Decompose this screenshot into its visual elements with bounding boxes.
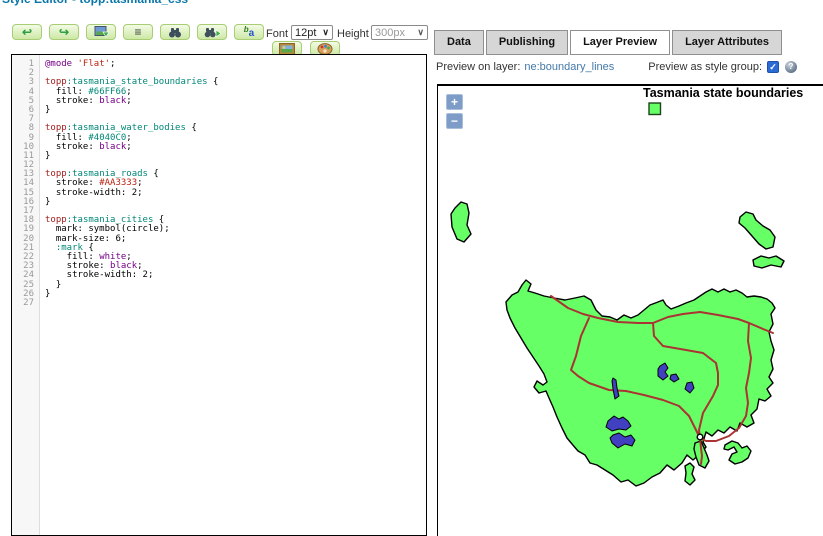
tab-layer-attributes[interactable]: Layer Attributes xyxy=(672,30,782,55)
editor-height-select[interactable]: 300px ∨ xyxy=(371,25,428,40)
code-line: 27 xyxy=(12,299,426,308)
map-legend: Tasmania state boundaries xyxy=(643,86,823,116)
code-line: 11} xyxy=(12,152,426,161)
tab-data[interactable]: Data xyxy=(434,30,484,55)
layer-tabs: Data Publishing Layer Preview Layer Attr… xyxy=(434,30,782,55)
code-line: 26} xyxy=(12,290,426,299)
insert-image-icon xyxy=(94,26,109,38)
code-line: 10 stroke: black; xyxy=(12,143,426,152)
style-group-label: Preview as style group: xyxy=(648,61,762,73)
replace-button[interactable]: ba xyxy=(234,24,264,40)
check-icon: ✓ xyxy=(769,63,777,72)
editor-height-value: 300px xyxy=(375,27,405,39)
legend-swatch xyxy=(648,102,662,116)
code-line: 1@mode 'Flat'; xyxy=(12,60,426,69)
reformat-button[interactable]: ≡ xyxy=(123,24,153,40)
height-label: Height xyxy=(337,28,369,40)
line-number: 6 xyxy=(12,106,40,115)
preview-options-bar: Preview on layer: ne:boundary_lines Prev… xyxy=(436,61,823,73)
tab-publishing[interactable]: Publishing xyxy=(486,30,568,55)
code-line: 5 stroke: black; xyxy=(12,97,426,106)
chevron-down-icon: ∨ xyxy=(322,27,329,38)
tab-layer-preview[interactable]: Layer Preview xyxy=(570,30,670,55)
picture-icon xyxy=(279,43,295,55)
code-line: 6} xyxy=(12,106,426,115)
line-number: 7 xyxy=(12,115,40,124)
code-line: 15 stroke-width: 2; xyxy=(12,189,426,198)
code-line: 24 stroke-width: 2; xyxy=(12,271,426,280)
undo-icon: ↩ xyxy=(22,26,32,38)
preview-layer-link[interactable]: ne:boundary_lines xyxy=(524,61,614,73)
code-area: 1@mode 'Flat';23topp:tasmania_state_boun… xyxy=(12,55,426,308)
line-number: 3 xyxy=(12,78,40,87)
binoculars-arrow-icon xyxy=(204,27,221,38)
insert-image-button[interactable] xyxy=(86,24,116,40)
line-number: 1 xyxy=(12,60,40,69)
line-number: 2 xyxy=(12,69,40,78)
line-number: 5 xyxy=(12,97,40,106)
map-zoom-controls: + − xyxy=(446,94,463,132)
font-size-value: 12pt xyxy=(295,27,316,39)
city-marker xyxy=(697,434,703,440)
undo-button[interactable]: ↩ xyxy=(12,24,42,40)
binoculars-icon xyxy=(168,27,182,38)
legend-title: Tasmania state boundaries xyxy=(643,86,823,100)
code-line: 16} xyxy=(12,198,426,207)
redo-button[interactable]: ↪ xyxy=(49,24,79,40)
find-next-button[interactable] xyxy=(197,24,227,40)
page-title: Style Editor - topp:tasmania_css xyxy=(2,0,420,6)
style-code-editor[interactable]: 1@mode 'Flat';23topp:tasmania_state_boun… xyxy=(11,54,427,536)
map-preview[interactable]: Tasmania state boundaries + − xyxy=(437,84,823,536)
font-size-select[interactable]: 12pt ∨ xyxy=(291,25,333,40)
palette-icon xyxy=(317,43,333,55)
tasmania-map xyxy=(438,86,823,534)
help-icon[interactable]: ? xyxy=(785,61,797,73)
zoom-in-button[interactable]: + xyxy=(446,94,463,110)
chevron-down-icon: ∨ xyxy=(417,27,424,38)
line-number: 8 xyxy=(12,124,40,133)
reformat-lines-icon: ≡ xyxy=(134,26,141,38)
line-number: 27 xyxy=(12,299,40,308)
zoom-out-button[interactable]: − xyxy=(446,113,463,129)
editor-toolbar: ↩ ↪ ≡ ba xyxy=(12,24,264,40)
code-line: 25 } xyxy=(12,281,426,290)
style-group-checkbox[interactable]: ✓ xyxy=(767,61,779,73)
page-title-clip: Style Editor - topp:tasmania_css xyxy=(0,0,420,6)
font-label: Font xyxy=(266,28,288,40)
preview-on-layer-label: Preview on layer: xyxy=(436,61,520,73)
redo-icon: ↪ xyxy=(59,26,69,38)
replace-icon: ba xyxy=(244,24,254,40)
find-button[interactable] xyxy=(160,24,190,40)
line-number: 4 xyxy=(12,88,40,97)
